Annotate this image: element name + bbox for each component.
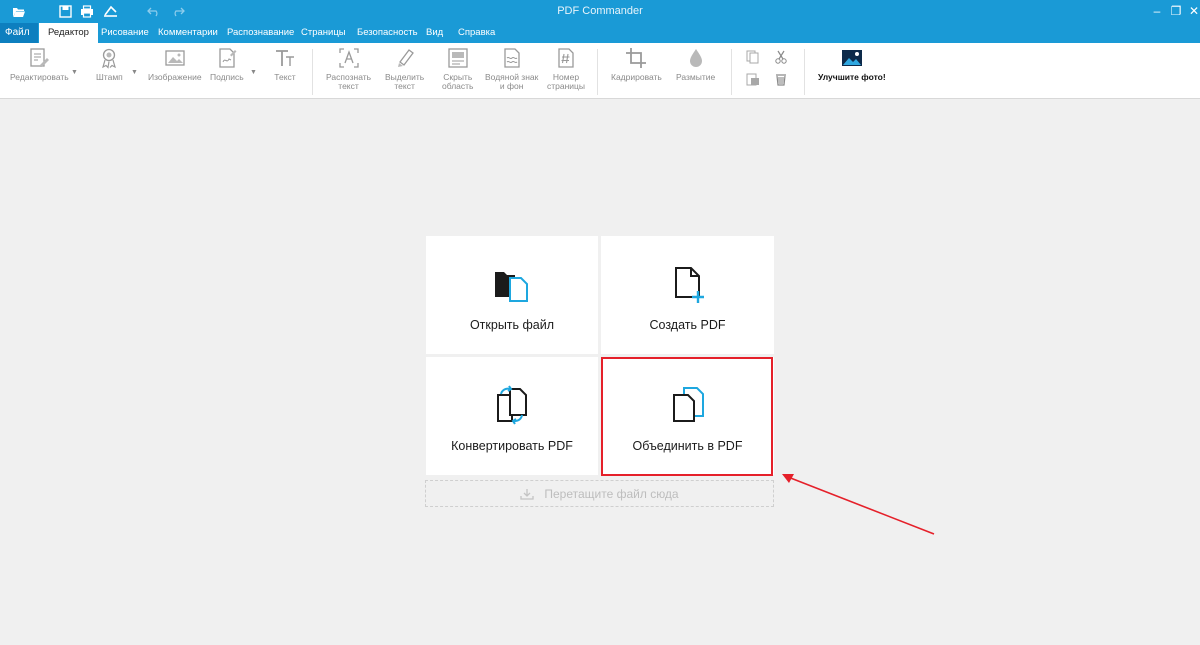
highlight-text-label: Выделить текст <box>385 73 424 91</box>
tab-editor[interactable]: Редактор <box>39 23 98 44</box>
open-file-label: Открыть файл <box>469 318 555 332</box>
copy-icon[interactable] <box>746 50 760 64</box>
undo-icon[interactable] <box>145 3 163 20</box>
paste-icon[interactable] <box>746 72 760 86</box>
new-document-icon <box>674 267 704 303</box>
watermark-icon <box>504 48 520 68</box>
open-file-card[interactable]: Открыть файл <box>426 236 598 354</box>
signature-icon <box>219 48 237 68</box>
stamp-dropdown-icon[interactable]: ▼ <box>131 69 138 76</box>
enhance-photo-button[interactable]: Улучшите фото! <box>818 47 886 82</box>
highlight-text-button[interactable]: Выделить текст <box>385 47 424 91</box>
text-label: Текст <box>274 72 296 82</box>
tab-drawing[interactable]: Рисование <box>101 23 149 43</box>
convert-pdf-card[interactable]: Конвертировать PDF <box>426 357 598 475</box>
recognize-text-label: Распознать текст <box>326 73 371 91</box>
ocr-icon <box>338 48 359 68</box>
redo-icon[interactable] <box>168 3 186 20</box>
crop-label: Кадрировать <box>611 72 662 82</box>
tab-help[interactable]: Справка <box>458 23 495 43</box>
ribbon-divider <box>804 49 805 95</box>
drop-zone[interactable]: Перетащите файл сюда <box>425 480 774 507</box>
create-pdf-card[interactable]: Создать PDF <box>601 236 774 354</box>
restore-button[interactable]: ❐ <box>1166 2 1186 21</box>
photo-enhance-icon <box>841 50 862 66</box>
stamp-icon <box>102 48 117 69</box>
image-icon <box>165 50 185 66</box>
ribbon-divider <box>597 49 598 95</box>
recognize-text-label-line2: текст <box>338 81 359 91</box>
convert-pdf-label: Конвертировать PDF <box>451 439 573 453</box>
ribbon-divider <box>312 49 313 95</box>
create-pdf-label: Создать PDF <box>649 318 726 332</box>
hide-area-button[interactable]: Скрыть область <box>442 47 473 91</box>
edit-dropdown-icon[interactable]: ▼ <box>71 69 78 76</box>
tab-pages[interactable]: Страницы <box>301 23 346 43</box>
menu-bar: Файл ▼ Редактор Рисование Комментарии Ра… <box>0 23 1200 57</box>
blur-button[interactable]: Размытие <box>676 47 715 82</box>
redact-icon <box>448 48 468 68</box>
highlighter-icon <box>397 49 414 67</box>
crop-button[interactable]: Кадрировать <box>611 47 662 82</box>
watermark-button[interactable]: Водяной знак и фон <box>485 47 538 91</box>
file-menu-button[interactable]: Файл ▼ <box>0 23 38 57</box>
tab-comments[interactable]: Комментарии <box>158 23 218 43</box>
text-tool-icon <box>276 50 294 66</box>
stamp-button[interactable]: Штамп <box>96 47 123 82</box>
watermark-label: Водяной знак и фон <box>485 73 538 91</box>
ribbon-divider <box>731 49 732 95</box>
image-button[interactable]: Изображение <box>148 47 202 82</box>
scissors-icon[interactable] <box>774 50 788 64</box>
minimize-button[interactable]: – <box>1147 2 1167 21</box>
ribbon-toolbar: Редактировать ▼ Штамп ▼ Изображение Подп… <box>0 43 1200 99</box>
page-number-label-line2: страницы <box>547 81 586 91</box>
blur-label: Размытие <box>676 72 716 82</box>
drop-zone-label: Перетащите файл сюда <box>544 486 679 501</box>
hide-area-label-line2: область <box>442 81 474 91</box>
recognize-text-button[interactable]: Распознать текст <box>326 47 371 91</box>
crop-icon <box>626 48 647 68</box>
folder-open-icon[interactable] <box>10 3 28 20</box>
close-button[interactable]: ✕ <box>1184 2 1200 21</box>
highlight-text-label-line2: текст <box>394 81 415 91</box>
print-icon[interactable] <box>78 3 96 20</box>
tab-security[interactable]: Безопасность <box>357 23 418 43</box>
trash-icon[interactable] <box>774 72 788 86</box>
tab-recognition[interactable]: Распознавание <box>227 23 294 43</box>
open-folder-icon <box>495 272 528 302</box>
title-bar: PDF Commander – ❐ ✕ <box>0 0 1200 23</box>
image-label: Изображение <box>148 72 202 82</box>
annotation-highlight-box <box>601 357 773 476</box>
page-number-label: Номер страницы <box>547 73 585 91</box>
file-menu-label: Файл <box>5 27 30 38</box>
blur-drop-icon <box>689 49 702 67</box>
annotation-arrow <box>782 474 935 535</box>
stamp-label: Штамп <box>96 72 123 82</box>
edit-icon <box>30 48 50 67</box>
text-button[interactable]: Текст <box>274 47 296 82</box>
signature-dropdown-icon[interactable]: ▼ <box>250 69 257 76</box>
hide-area-label: Скрыть область <box>442 73 473 91</box>
page-number-icon <box>558 48 574 68</box>
enhance-photo-label: Улучшите фото! <box>818 72 886 82</box>
share-icon[interactable] <box>101 3 119 20</box>
page-number-button[interactable]: Номер страницы <box>547 47 585 91</box>
convert-icon <box>497 385 527 425</box>
signature-label: Подпись <box>210 72 244 82</box>
signature-button[interactable]: Подпись <box>210 47 244 82</box>
download-icon <box>520 488 535 500</box>
tab-view[interactable]: Вид <box>426 23 443 43</box>
edit-button[interactable]: Редактировать <box>10 47 69 82</box>
watermark-label-line2: и фон <box>499 81 524 91</box>
save-icon[interactable] <box>56 3 74 20</box>
edit-label: Редактировать <box>10 72 69 82</box>
